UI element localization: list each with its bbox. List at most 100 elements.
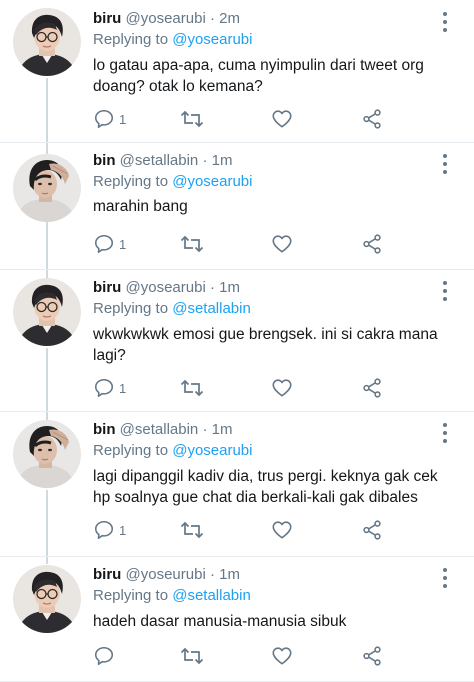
tweet-text: marahin bang <box>93 198 188 215</box>
tweet-header: bin @setallabin · 1m <box>93 421 232 439</box>
share-button[interactable] <box>361 107 383 131</box>
separator: · <box>202 421 208 438</box>
mention-link[interactable]: @yosearubi <box>172 31 252 48</box>
more-vertical-icon[interactable] <box>442 12 448 32</box>
reply-icon <box>93 108 115 130</box>
share-icon <box>361 233 383 255</box>
tweet-text: lagi dipanggil kadiv dia, trus pergi. ke… <box>93 468 438 506</box>
mention-link[interactable]: @yosearubi <box>172 173 252 190</box>
more-vertical-icon[interactable] <box>442 154 448 174</box>
share-button[interactable] <box>361 644 383 668</box>
heart-icon <box>271 519 293 541</box>
retweet-button[interactable] <box>179 644 205 668</box>
replying-to: Replying to @yosearubi <box>93 173 253 191</box>
reply-icon <box>93 519 115 541</box>
display-name[interactable]: bin <box>93 421 116 438</box>
reply-button[interactable]: 1 <box>93 376 126 400</box>
tweet-actions: 1 <box>93 107 393 131</box>
reply-icon <box>93 233 115 255</box>
share-button[interactable] <box>361 518 383 542</box>
heart-icon <box>271 645 293 667</box>
mention-link[interactable]: @setallabin <box>172 300 251 317</box>
replying-to-label: Replying to <box>93 442 169 459</box>
reply-button[interactable]: 1 <box>93 107 126 131</box>
share-button[interactable] <box>361 376 383 400</box>
user-handle[interactable]: @setallabin <box>120 152 199 169</box>
heart-icon <box>271 377 293 399</box>
more-vertical-icon[interactable] <box>442 281 448 301</box>
retweet-icon <box>179 645 205 667</box>
reply-button[interactable] <box>93 644 119 668</box>
tweet-actions <box>93 644 393 668</box>
display-name[interactable]: biru <box>93 10 121 27</box>
tweet[interactable]: biru @yosearubi · 2m Replying to @yosearu… <box>0 0 474 143</box>
like-button[interactable] <box>271 232 293 256</box>
like-button[interactable] <box>271 376 293 400</box>
separator: · <box>209 566 215 583</box>
avatar[interactable] <box>13 278 81 346</box>
reply-count: 1 <box>119 111 127 127</box>
avatar[interactable] <box>13 565 81 633</box>
tweet[interactable]: biru @yosearubi · 1m Replying to @setalla… <box>0 269 474 412</box>
tweet-actions: 1 <box>93 376 393 400</box>
timestamp[interactable]: 1m <box>212 152 233 169</box>
avatar[interactable] <box>13 420 81 488</box>
reply-button[interactable]: 1 <box>93 232 126 256</box>
separator: · <box>202 152 208 169</box>
retweet-icon <box>179 108 205 130</box>
tweet-header: biru @yoseurubi · 1m <box>93 566 240 584</box>
mention-link[interactable]: @yosearubi <box>172 442 252 459</box>
reply-icon <box>93 645 115 667</box>
replying-to: Replying to @yosearubi <box>93 442 253 460</box>
user-handle[interactable]: @yoseurubi <box>126 566 206 583</box>
retweet-icon <box>179 377 205 399</box>
tweet-header: biru @yosearubi · 2m <box>93 10 240 28</box>
separator: · <box>209 279 215 296</box>
share-button[interactable] <box>361 232 383 256</box>
user-handle[interactable]: @yosearubi <box>126 10 206 27</box>
share-icon <box>361 108 383 130</box>
like-button[interactable] <box>271 107 293 131</box>
display-name[interactable]: biru <box>93 566 121 583</box>
replying-to-label: Replying to <box>93 31 169 48</box>
tweet-header: bin @setallabin · 1m <box>93 152 232 170</box>
tweet-actions: 1 <box>93 518 393 542</box>
display-name[interactable]: bin <box>93 152 116 169</box>
timestamp[interactable]: 1m <box>219 279 240 296</box>
replying-to-label: Replying to <box>93 587 169 604</box>
avatar[interactable] <box>13 8 81 76</box>
share-icon <box>361 645 383 667</box>
tweet[interactable]: biru @yoseurubi · 1m Replying to @setalla… <box>0 556 474 682</box>
retweet-button[interactable] <box>179 376 205 400</box>
reply-button[interactable]: 1 <box>93 518 126 542</box>
tweet-header: biru @yosearubi · 1m <box>93 279 240 297</box>
replying-to: Replying to @setallabin <box>93 300 251 318</box>
replying-to: Replying to @setallabin <box>93 587 251 605</box>
more-vertical-icon[interactable] <box>442 423 448 443</box>
timestamp[interactable]: 2m <box>219 10 240 27</box>
more-vertical-icon[interactable] <box>442 568 448 588</box>
share-icon <box>361 377 383 399</box>
tweet[interactable]: bin @setallabin · 1m Replying to @yosearu… <box>0 411 474 557</box>
tweet-actions: 1 <box>93 232 393 256</box>
tweet[interactable]: bin @setallabin · 1m Replying to @yosearu… <box>0 142 474 270</box>
share-icon <box>361 519 383 541</box>
display-name[interactable]: biru <box>93 279 121 296</box>
like-button[interactable] <box>271 644 293 668</box>
tweet-text: wkwkwkwk emosi gue brengsek. ini si cakr… <box>93 326 438 364</box>
replying-to-label: Replying to <box>93 300 169 317</box>
user-handle[interactable]: @yosearubi <box>126 279 206 296</box>
reply-icon <box>93 377 115 399</box>
tweet-text: lo gatau apa-apa, cuma nyimpulin dari tw… <box>93 57 424 95</box>
heart-icon <box>271 233 293 255</box>
avatar[interactable] <box>13 154 81 222</box>
reply-count: 1 <box>119 236 127 252</box>
user-handle[interactable]: @setallabin <box>120 421 199 438</box>
retweet-button[interactable] <box>179 518 205 542</box>
retweet-button[interactable] <box>179 107 205 131</box>
timestamp[interactable]: 1m <box>219 566 240 583</box>
like-button[interactable] <box>271 518 293 542</box>
retweet-button[interactable] <box>179 232 205 256</box>
mention-link[interactable]: @setallabin <box>172 587 251 604</box>
timestamp[interactable]: 1m <box>212 421 233 438</box>
